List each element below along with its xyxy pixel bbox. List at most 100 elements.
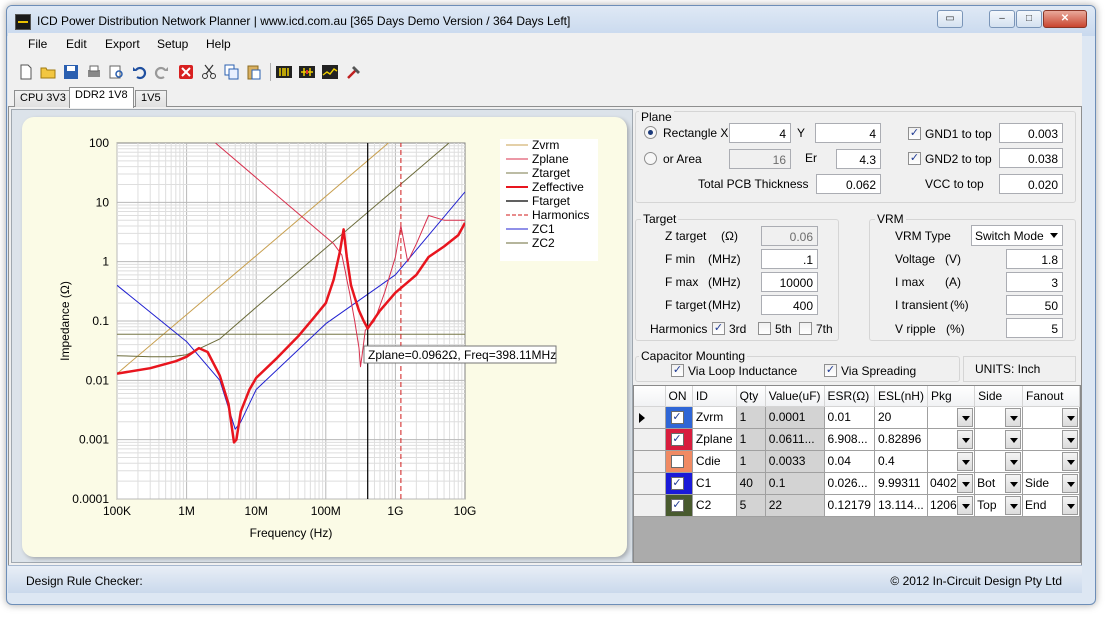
chevron-down-icon[interactable] (957, 473, 974, 493)
pkg-combo-cell[interactable] (927, 428, 976, 451)
chevron-down-icon[interactable] (1005, 407, 1022, 427)
rectangle-radio[interactable] (644, 126, 657, 139)
menu-export[interactable]: Export (105, 37, 140, 51)
value-cell[interactable]: 0.0033 (765, 450, 825, 473)
fanout-combo[interactable] (1023, 406, 1079, 427)
esl-cell[interactable]: 9.99311 (874, 472, 928, 495)
pkg-combo[interactable]: 1206 (927, 494, 974, 515)
impedance-chart[interactable]: 100K 1M 10M 100M 1G 10G 100 10 1 0.1 0.01 0.001 0.00… (22, 117, 627, 557)
chevron-down-icon[interactable] (1062, 495, 1078, 515)
side-combo-cell[interactable]: Bot (974, 472, 1024, 495)
pkg-combo-cell[interactable]: 1206 (927, 494, 976, 517)
row-header[interactable] (634, 472, 666, 495)
chevron-down-icon[interactable] (1005, 451, 1022, 471)
vrm-type-select[interactable]: Switch Mode (971, 225, 1063, 246)
chevron-down-icon[interactable] (957, 495, 974, 515)
row-header[interactable] (634, 450, 666, 473)
esr-cell[interactable]: 0.01 (824, 406, 875, 429)
save-icon[interactable] (63, 64, 79, 80)
table-row[interactable]: Cdie 1 0.0033 0.04 0.4 (634, 450, 1080, 473)
esl-cell[interactable]: 13.114... (874, 494, 928, 517)
vripple-input[interactable] (1006, 318, 1063, 338)
on-checkbox[interactable]: ✓ (670, 432, 684, 446)
qty-cell[interactable]: 1 (736, 450, 766, 473)
harmonic-7th-checkbox[interactable] (799, 322, 812, 335)
tab-cpu-3v3[interactable]: CPU 3V3 (14, 90, 72, 107)
gnd1-input[interactable] (999, 123, 1063, 143)
undo-icon[interactable] (132, 64, 148, 80)
pkg-combo-cell[interactable] (927, 406, 976, 429)
value-cell[interactable]: 22 (765, 494, 825, 517)
paste-icon[interactable] (246, 64, 262, 80)
close-button[interactable]: ✕ (1043, 10, 1087, 28)
chevron-down-icon[interactable] (957, 407, 974, 427)
esl-cell[interactable]: 0.82896 (874, 428, 928, 451)
fanout-combo-cell[interactable] (1022, 450, 1080, 473)
esr-cell[interactable]: 0.026... (824, 472, 875, 495)
esr-cell[interactable]: 0.04 (824, 450, 875, 473)
column-header[interactable]: Value(uF) (765, 386, 825, 407)
area-input[interactable] (729, 149, 791, 169)
column-header[interactable]: ID (692, 386, 737, 407)
open-folder-icon[interactable] (40, 64, 56, 80)
column-header[interactable]: ESR(Ω) (824, 386, 875, 407)
column-header[interactable]: Qty (736, 386, 766, 407)
esl-cell[interactable]: 0.4 (874, 450, 928, 473)
on-checkbox-cell[interactable]: ✓ (665, 428, 693, 451)
restore-layout-icon[interactable]: ▭ (937, 10, 963, 28)
side-combo[interactable] (975, 450, 1022, 471)
on-checkbox[interactable]: ✓ (670, 410, 684, 424)
title-bar[interactable]: ICD Power Distribution Network Planner |… (7, 6, 1095, 36)
imax-input[interactable] (1006, 272, 1063, 292)
on-checkbox-cell[interactable] (665, 450, 693, 473)
chevron-down-icon[interactable] (1062, 451, 1078, 471)
pkg-combo[interactable] (927, 450, 974, 471)
table-row[interactable]: ✓ C1 40 0.1 0.026... 9.99311 0402 Bot Side (634, 472, 1080, 495)
side-combo-cell[interactable] (974, 406, 1024, 429)
fmax-input[interactable] (761, 272, 818, 292)
value-cell[interactable]: 0.0611... (765, 428, 825, 451)
side-combo[interactable] (975, 406, 1022, 427)
qty-cell[interactable]: 1 (736, 406, 766, 429)
capacitor-remove-icon[interactable] (299, 64, 315, 80)
print-preview-icon[interactable] (108, 64, 124, 80)
cut-icon[interactable] (201, 64, 217, 80)
tools-icon[interactable] (346, 64, 362, 80)
fanout-combo[interactable] (1023, 428, 1079, 449)
chart-icon[interactable] (322, 64, 338, 80)
ftarget-input[interactable] (761, 295, 818, 315)
fanout-combo-cell[interactable] (1022, 428, 1080, 451)
new-file-icon[interactable] (18, 64, 34, 80)
pkg-combo-cell[interactable]: 0402 (927, 472, 976, 495)
qty-cell[interactable]: 1 (736, 428, 766, 451)
column-header[interactable]: Side (974, 386, 1024, 407)
vcc-input[interactable] (999, 174, 1063, 194)
fanout-combo[interactable]: End (1023, 494, 1079, 515)
tab-1v5[interactable]: 1V5 (135, 90, 167, 107)
chevron-down-icon[interactable] (1062, 429, 1078, 449)
fanout-combo-cell[interactable]: Side (1022, 472, 1080, 495)
table-row[interactable]: ✓ Zplane 1 0.0611... 6.908... 0.82896 (634, 428, 1080, 451)
qty-cell[interactable]: 40 (736, 472, 766, 495)
fanout-combo-cell[interactable] (1022, 406, 1080, 429)
side-combo-cell[interactable] (974, 428, 1024, 451)
fanout-combo[interactable] (1023, 450, 1079, 471)
pkg-combo[interactable] (927, 428, 974, 449)
harmonic-3rd-checkbox[interactable]: ✓ (712, 322, 725, 335)
delete-icon[interactable] (178, 64, 194, 80)
row-header[interactable] (634, 428, 666, 451)
side-combo[interactable]: Top (975, 494, 1022, 515)
table-row[interactable]: ✓ C2 5 22 0.12179 13.114... 1206 Top End (634, 494, 1080, 517)
row-header[interactable] (634, 406, 666, 429)
minimize-button[interactable]: – (989, 10, 1015, 28)
menu-edit[interactable]: Edit (66, 37, 87, 51)
side-combo-cell[interactable] (974, 450, 1024, 473)
column-header[interactable]: ESL(nH) (874, 386, 928, 407)
esr-cell[interactable]: 0.12179 (824, 494, 875, 517)
er-input[interactable] (836, 149, 881, 169)
tab-ddr2-1v8[interactable]: DDR2 1V8 (69, 87, 134, 108)
side-combo[interactable]: Bot (975, 472, 1022, 493)
area-radio[interactable] (644, 152, 657, 165)
value-cell[interactable]: 0.1 (765, 472, 825, 495)
on-checkbox-cell[interactable]: ✓ (665, 494, 693, 517)
